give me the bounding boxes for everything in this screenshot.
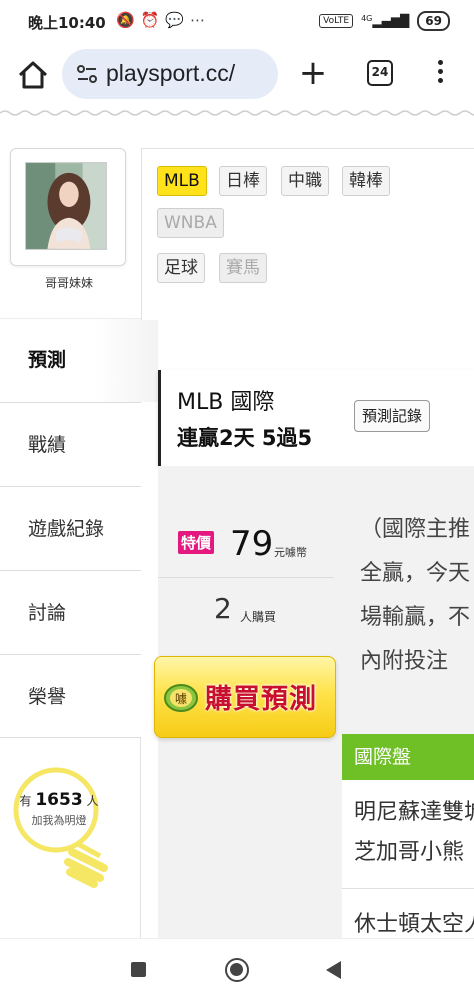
page-title: MLB 國際 bbox=[177, 390, 275, 415]
sidebar-item-game-log[interactable]: 遊戲紀錄 bbox=[0, 486, 141, 570]
signal-icon: 4G▂▄▆█ bbox=[361, 14, 410, 28]
more-dots-icon: ⋯ bbox=[190, 11, 212, 29]
tag-soccer[interactable]: 足球 bbox=[157, 253, 205, 283]
win-streak: 連贏2天 5過5 bbox=[177, 426, 313, 450]
avatar[interactable] bbox=[25, 162, 107, 250]
svg-text:噱: 噱 bbox=[175, 692, 187, 706]
buyers-count: 2 bbox=[214, 592, 232, 625]
browser-toolbar: playsport.cc/ + 24 bbox=[0, 44, 474, 106]
sidebar-item-honor[interactable]: 榮譽 bbox=[0, 654, 141, 738]
volte-icon: VoLTE bbox=[319, 14, 354, 28]
fan-caption[interactable]: 加我為明燈 bbox=[14, 812, 104, 828]
url-text: playsport.cc/ bbox=[106, 60, 236, 86]
new-tab-button[interactable]: + bbox=[296, 54, 330, 92]
home-circle-icon[interactable] bbox=[225, 958, 249, 982]
fan-count: 有 1653 人 bbox=[19, 790, 99, 810]
recent-apps-icon[interactable] bbox=[131, 962, 146, 977]
tag-horse-racing: 賽馬 bbox=[219, 253, 267, 283]
address-bar[interactable]: playsport.cc/ bbox=[62, 49, 278, 99]
sidebar-item-predict[interactable]: 預測 bbox=[0, 318, 158, 402]
wavy-divider bbox=[0, 110, 474, 116]
tag-kbo[interactable]: 韓棒 bbox=[342, 166, 390, 196]
mute-icon: 🔕 bbox=[116, 11, 141, 29]
tag-cpbl[interactable]: 中職 bbox=[281, 166, 329, 196]
price-value: 79 bbox=[230, 524, 274, 564]
tag-wnba: WNBA bbox=[157, 208, 224, 238]
chat-bubble-icon: 💬 bbox=[165, 11, 191, 29]
notification-icons: 🔕⏰💬⋯ bbox=[116, 11, 211, 29]
list-item[interactable]: 芝加哥小熊 bbox=[354, 834, 474, 872]
prediction-record-button[interactable]: 預測記錄 bbox=[354, 400, 431, 432]
sidebar-item-record[interactable]: 戰績 bbox=[0, 402, 141, 486]
price-row: 特價 79 元噱幣 bbox=[158, 520, 334, 578]
buy-button-label: 購買預測 bbox=[205, 684, 317, 715]
list-item[interactable]: 明尼蘇達雙城 bbox=[354, 794, 474, 832]
coin-icon: 噱 bbox=[164, 684, 198, 712]
game-list: 明尼蘇達雙城 芝加哥小熊 休士頓太空人 bbox=[342, 780, 474, 940]
home-icon[interactable] bbox=[16, 58, 50, 92]
site-settings-icon[interactable] bbox=[76, 63, 98, 85]
prediction-header: MLB 國際 連贏2天 5過5 預測記錄 bbox=[158, 370, 474, 466]
price-unit: 元噱幣 bbox=[274, 546, 307, 559]
status-bar: 晚上10:40 🔕⏰💬⋯ VoLTE 4G▂▄▆█ 69 bbox=[0, 0, 474, 44]
buy-prediction-button[interactable]: 噱 購買預測 bbox=[154, 656, 336, 738]
system-nav-bar bbox=[0, 938, 474, 1000]
status-time: 晚上10:40 bbox=[28, 14, 106, 32]
alarm-icon: ⏰ bbox=[140, 11, 166, 29]
battery-icon: 69 bbox=[417, 11, 450, 31]
back-icon[interactable] bbox=[326, 961, 341, 979]
more-menu-icon[interactable] bbox=[430, 56, 450, 92]
tag-mlb[interactable]: MLB bbox=[157, 166, 207, 196]
sidebar-item-discussion[interactable]: 討論 bbox=[0, 570, 141, 654]
special-price-badge: 特價 bbox=[178, 531, 215, 554]
tab-switcher-button[interactable]: 24 bbox=[367, 60, 393, 86]
market-title: 國際盤 bbox=[342, 734, 474, 780]
buyers-label: 人購買 bbox=[240, 610, 277, 624]
profile-card[interactable] bbox=[10, 148, 126, 266]
tag-npb[interactable]: 日棒 bbox=[219, 166, 267, 196]
prediction-description: （國際主推 全贏，今天 場輸贏，不 內附投注 bbox=[360, 517, 471, 674]
profile-name[interactable]: 哥哥妹妹 bbox=[10, 274, 128, 291]
